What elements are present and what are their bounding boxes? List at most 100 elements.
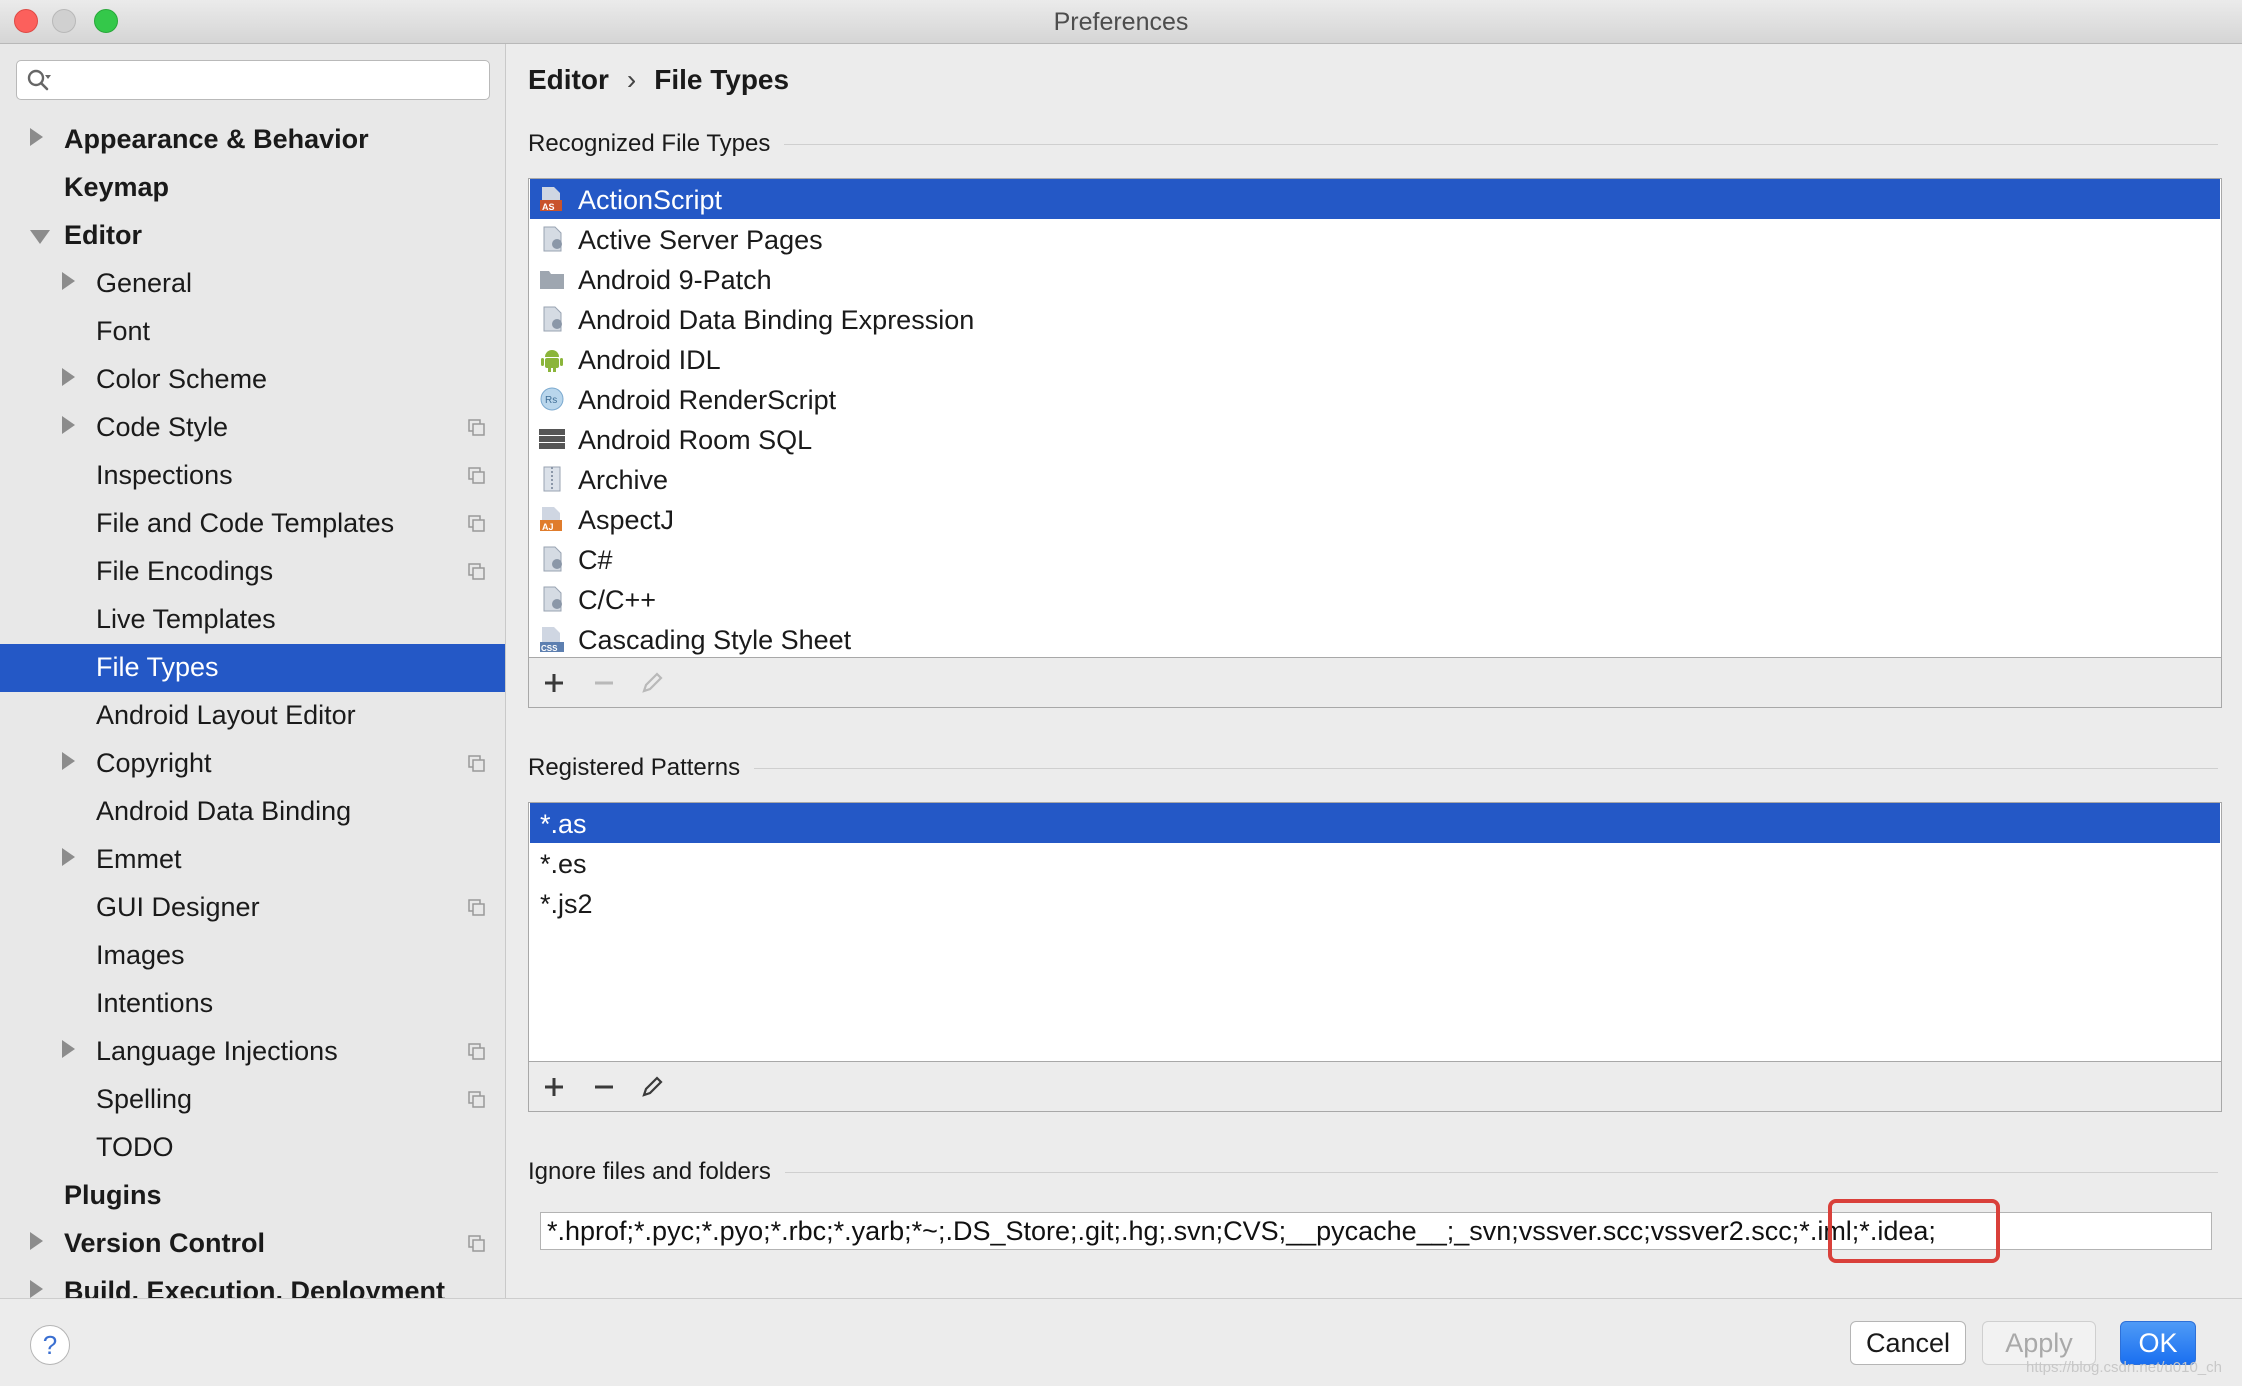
list-item[interactable]: Android IDL [530, 339, 2220, 379]
section-title: Recognized File Types [528, 130, 771, 157]
sidebar-item-images[interactable]: Images [0, 932, 505, 980]
expand-arrow-icon[interactable] [30, 1232, 43, 1250]
sidebar-item-code-style[interactable]: Code Style [0, 404, 505, 452]
list-item[interactable]: Archive [530, 459, 2220, 499]
dialog-button-bar: ? Cancel Apply OK https://blog.csdn.net/… [0, 1298, 2242, 1386]
list-item[interactable]: Android Data Binding Expression [530, 299, 2220, 339]
sidebar-item-language-injections[interactable]: Language Injections [0, 1028, 505, 1076]
breadcrumb-parent[interactable]: Editor [528, 64, 609, 96]
sidebar-item-label: Build, Execution, Deployment [64, 1276, 446, 1298]
sidebar-item-file-code-templates[interactable]: File and Code Templates [0, 500, 505, 548]
sidebar-item-todo[interactable]: TODO [0, 1124, 505, 1172]
sidebar-item-label: Copyright [96, 748, 212, 778]
expand-arrow-icon[interactable] [62, 272, 75, 290]
sidebar-item-keymap[interactable]: Keymap [0, 164, 505, 212]
project-settings-icon [468, 1091, 485, 1108]
svg-text:Rs: Rs [545, 395, 557, 406]
sidebar-item-build-execution-deployment[interactable]: Build, Execution, Deployment [0, 1268, 505, 1298]
recognized-file-types-list[interactable]: AS ActionScript Active Server Pages Andr… [528, 178, 2222, 658]
list-item[interactable]: CSS Cascading Style Sheet [530, 619, 2220, 657]
sidebar-item-inspections[interactable]: Inspections [0, 452, 505, 500]
sidebar-item-android-data-binding[interactable]: Android Data Binding [0, 788, 505, 836]
list-item[interactable]: Rs Android RenderScript [530, 379, 2220, 419]
registered-patterns-header: Registered Patterns [528, 754, 2218, 782]
sidebar-item-general[interactable]: General [0, 260, 505, 308]
expand-arrow-icon[interactable] [62, 1040, 75, 1058]
registered-patterns-list[interactable]: *.as *.es *.js2 [528, 802, 2222, 1062]
list-item[interactable]: *.as [530, 803, 2220, 843]
remove-icon[interactable] [589, 1072, 619, 1102]
sidebar-item-appearance-behavior[interactable]: Appearance & Behavior [0, 116, 505, 164]
cancel-button[interactable]: Cancel [1850, 1321, 1966, 1365]
add-icon[interactable] [539, 1072, 569, 1102]
archive-icon [543, 466, 561, 492]
ignore-files-value: *.hprof;*.pyc;*.pyo;*.rbc;*.yarb;*~;.DS_… [547, 1216, 1936, 1246]
list-item-label: Android Data Binding Expression [578, 305, 975, 335]
search-input[interactable] [61, 65, 481, 95]
expand-arrow-icon[interactable] [62, 752, 75, 770]
breadcrumb-separator: › [626, 64, 637, 95]
sidebar-item-editor[interactable]: Editor [0, 212, 505, 260]
sidebar-item-copyright[interactable]: Copyright [0, 740, 505, 788]
search-icon [27, 69, 51, 91]
list-item[interactable]: *.es [530, 843, 2220, 883]
window-title: Preferences [1053, 8, 1189, 36]
aspectj-icon: AJ [540, 507, 562, 532]
svg-text:AS: AS [542, 202, 555, 212]
list-item[interactable]: C# [530, 539, 2220, 579]
sidebar-item-font[interactable]: Font [0, 308, 505, 356]
sidebar-item-android-layout-editor[interactable]: Android Layout Editor [0, 692, 505, 740]
sidebar-item-label: Android Data Binding [96, 796, 352, 826]
list-item[interactable]: *.js2 [530, 883, 2220, 923]
expand-arrow-icon[interactable] [30, 128, 43, 146]
expand-arrow-icon[interactable] [62, 848, 75, 866]
project-settings-icon [468, 899, 485, 916]
remove-icon[interactable] [589, 668, 619, 698]
sidebar-item-file-encodings[interactable]: File Encodings [0, 548, 505, 596]
sidebar-item-version-control[interactable]: Version Control [0, 1220, 505, 1268]
list-item[interactable]: Active Server Pages [530, 219, 2220, 259]
edit-icon[interactable] [637, 668, 667, 698]
sidebar-item-label: Live Templates [96, 604, 276, 634]
section-title: Registered Patterns [528, 754, 741, 781]
project-settings-icon [468, 515, 485, 532]
list-item[interactable]: C/C++ [530, 579, 2220, 619]
sidebar-item-label: Emmet [96, 844, 182, 874]
collapse-arrow-icon[interactable] [30, 230, 50, 244]
watermark: https://blog.csdn.net/u010_ch [2026, 1359, 2222, 1376]
settings-sidebar: Appearance & Behavior Keymap Editor Gene… [0, 44, 506, 1298]
sidebar-item-color-scheme[interactable]: Color Scheme [0, 356, 505, 404]
expand-arrow-icon[interactable] [62, 368, 75, 386]
sidebar-item-live-templates[interactable]: Live Templates [0, 596, 505, 644]
edit-icon[interactable] [637, 1072, 667, 1102]
sidebar-item-gui-designer[interactable]: GUI Designer [0, 884, 505, 932]
list-item-label: C# [578, 545, 613, 575]
help-button[interactable]: ? [30, 1325, 70, 1365]
expand-arrow-icon[interactable] [62, 416, 75, 434]
sidebar-item-label: Android Layout Editor [96, 700, 356, 730]
sidebar-item-label: Version Control [64, 1228, 266, 1258]
sidebar-item-label: General [96, 268, 193, 298]
android-icon [541, 350, 563, 372]
sidebar-item-plugins[interactable]: Plugins [0, 1172, 505, 1220]
list-item[interactable]: Android Room SQL [530, 419, 2220, 459]
sidebar-item-spelling[interactable]: Spelling [0, 1076, 505, 1124]
project-settings-icon [468, 419, 485, 436]
list-item-label: Archive [578, 465, 669, 495]
sidebar-item-label: Code Style [96, 412, 229, 442]
file-types-toolbar [528, 658, 2222, 708]
database-icon [539, 429, 565, 449]
settings-search-field[interactable] [16, 60, 490, 100]
list-item-label: Android Room SQL [578, 425, 813, 455]
sidebar-item-intentions[interactable]: Intentions [0, 980, 505, 1028]
list-item[interactable]: AS ActionScript [530, 179, 2220, 219]
list-item-label: Cascading Style Sheet [578, 625, 852, 655]
sidebar-item-file-types[interactable]: File Types [0, 644, 505, 692]
list-item[interactable]: Android 9-Patch [530, 259, 2220, 299]
section-divider [784, 143, 2218, 145]
list-item[interactable]: AJ AspectJ [530, 499, 2220, 539]
expand-arrow-icon[interactable] [30, 1280, 43, 1298]
sidebar-item-label: Language Injections [96, 1036, 338, 1066]
add-icon[interactable] [539, 668, 569, 698]
sidebar-item-emmet[interactable]: Emmet [0, 836, 505, 884]
